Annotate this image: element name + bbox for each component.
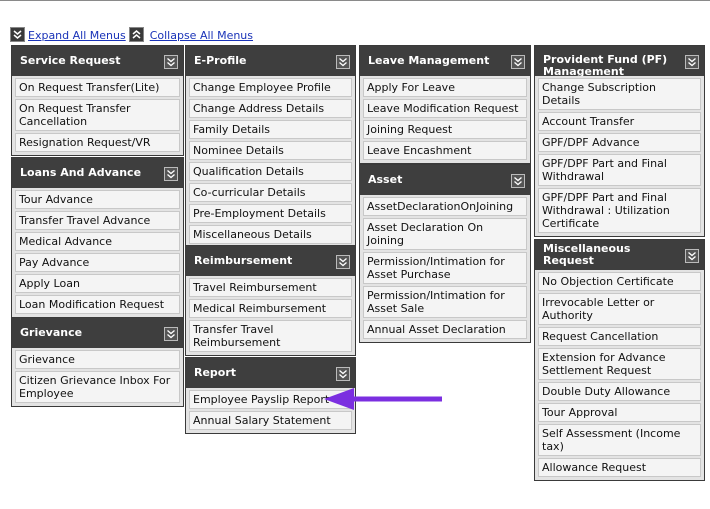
expand-all-menus-link[interactable]: Expand All Menus [28,30,126,42]
chevron-down-icon[interactable] [685,249,699,263]
chevron-down-icon[interactable] [685,55,699,69]
chevron-down-icon[interactable] [511,55,525,69]
panel-header[interactable]: Provident Fund (PF) Management [535,46,704,76]
menu-item-irrevocable-letter[interactable]: Irrevocable Letter or Authority [538,293,701,325]
menu-item-citizen-grievance-inbox[interactable]: Citizen Grievance Inbox For Employee [15,371,180,403]
chevron-down-icon[interactable] [336,55,350,69]
panel-header[interactable]: Grievance [12,318,183,348]
menu-item-gpf-dpf-advance[interactable]: GPF/DPF Advance [538,133,701,152]
chevron-down-icon[interactable] [336,367,350,381]
collapse-all-icon[interactable] [128,27,144,42]
panel-reimbursement: Reimbursement Travel Reimbursement Medic… [185,245,356,356]
panel-provident-fund: Provident Fund (PF) Management Change Su… [534,45,705,237]
menu-item-annual-asset-declaration[interactable]: Annual Asset Declaration [363,320,527,339]
panel-header[interactable]: Leave Management [360,46,530,76]
chevron-down-icon[interactable] [511,174,525,188]
menu-item-allowance-request[interactable]: Allowance Request [538,458,701,477]
panel-service-request: Service Request On Request Transfer(Lite… [11,45,184,156]
menu-item-asset-declaration-on-joining[interactable]: AssetDeclarationOnJoining [363,197,527,216]
menu-item-request-cancellation[interactable]: Request Cancellation [538,327,701,346]
panel-header[interactable]: Reimbursement [186,246,355,276]
panel-title: Asset [368,173,403,186]
menu-item-asset-sale-permission[interactable]: Permission/Intimation for Asset Sale [363,286,527,318]
panel-header[interactable]: E-Profile [186,46,355,76]
panel-title: Provident Fund (PF) Management [543,53,668,77]
menu-item-leave-encashment[interactable]: Leave Encashment [363,141,527,160]
chevron-down-icon[interactable] [164,167,178,181]
menu-item-loan-modification-request[interactable]: Loan Modification Request [15,295,180,314]
menu-item-resignation-request[interactable]: Resignation Request/VR [15,133,180,152]
panel-asset: Asset AssetDeclarationOnJoining Asset De… [359,164,531,343]
panel-loans-advance: Loans And Advance Tour Advance Transfer … [11,157,184,318]
panel-header[interactable]: Service Request [12,46,183,76]
menu-item-travel-reimbursement[interactable]: Travel Reimbursement [189,278,352,297]
menu-item-transfer-travel-advance[interactable]: Transfer Travel Advance [15,211,180,230]
menu-item-self-assessment-income-tax[interactable]: Self Assessment (Income tax) [538,424,701,456]
menu-item-apply-loan[interactable]: Apply Loan [15,274,180,293]
menu-item-pay-advance[interactable]: Pay Advance [15,253,180,272]
menu-item-on-request-transfer-cancellation[interactable]: On Request Transfer Cancellation [15,99,180,131]
menu-item-change-subscription-details[interactable]: Change Subscription Details [538,78,701,110]
menu-item-grievance[interactable]: Grievance [15,350,180,369]
menu-item-transfer-travel-reimbursement[interactable]: Transfer Travel Reimbursement [189,320,352,352]
panel-title: Miscellaneous Request [543,242,631,267]
menu-item-co-curricular-details[interactable]: Co-curricular Details [189,183,352,202]
menu-item-asset-declaration-on-joining-2[interactable]: Asset Declaration On Joining [363,218,527,250]
panel-title: Leave Management [368,54,490,67]
chevron-down-icon[interactable] [336,255,350,269]
menu-item-change-address-details[interactable]: Change Address Details [189,99,352,118]
panel-title: Loans And Advance [20,166,142,179]
panel-title: Report [194,366,237,379]
menu-item-asset-purchase-permission[interactable]: Permission/Intimation for Asset Purchase [363,252,527,284]
annotation-arrow-icon [324,388,442,410]
panel-title: Reimbursement [194,254,293,267]
menu-item-medical-reimbursement[interactable]: Medical Reimbursement [189,299,352,318]
panel-leave-management: Leave Management Apply For Leave Leave M… [359,45,531,164]
menu-item-joining-request[interactable]: Joining Request [363,120,527,139]
menu-item-gpf-dpf-part-final-withdrawal[interactable]: GPF/DPF Part and Final Withdrawal [538,154,701,186]
menu-item-change-employee-profile[interactable]: Change Employee Profile [189,78,352,97]
menu-item-gpf-dpf-utilization-certificate[interactable]: GPF/DPF Part and Final Withdrawal : Util… [538,188,701,233]
menu-item-apply-for-leave[interactable]: Apply For Leave [363,78,527,97]
panel-title: E-Profile [194,54,247,67]
menu-item-pre-employment-details[interactable]: Pre-Employment Details [189,204,352,223]
panel-title: Grievance [20,326,83,339]
panel-title: Service Request [20,54,121,67]
panel-header[interactable]: Asset [360,165,530,195]
collapse-all-menus-link[interactable]: Collapse All Menus [150,30,253,42]
panel-e-profile: E-Profile Change Employee Profile Change… [185,45,356,248]
menu-item-leave-modification-request[interactable]: Leave Modification Request [363,99,527,118]
menu-item-medical-advance[interactable]: Medical Advance [15,232,180,251]
menu-item-on-request-transfer-lite[interactable]: On Request Transfer(Lite) [15,78,180,97]
menu-item-tour-advance[interactable]: Tour Advance [15,190,180,209]
chevron-down-icon[interactable] [164,55,178,69]
menu-item-double-duty-allowance[interactable]: Double Duty Allowance [538,382,701,401]
panel-header[interactable]: Loans And Advance [12,158,183,188]
chevron-down-icon[interactable] [164,327,178,341]
panel-grievance: Grievance Grievance Citizen Grievance In… [11,317,184,407]
menu-item-no-objection-certificate[interactable]: No Objection Certificate [538,272,701,291]
menu-item-family-details[interactable]: Family Details [189,120,352,139]
menu-item-nominee-details[interactable]: Nominee Details [189,141,352,160]
menu-item-miscellaneous-details[interactable]: Miscellaneous Details [189,225,352,244]
menu-item-tour-approval[interactable]: Tour Approval [538,403,701,422]
panel-header[interactable]: Report [186,358,355,388]
menu-item-qualification-details[interactable]: Qualification Details [189,162,352,181]
menu-item-extension-advance-settlement[interactable]: Extension for Advance Settlement Request [538,348,701,380]
expand-all-icon[interactable] [10,27,25,42]
menu-item-account-transfer[interactable]: Account Transfer [538,112,701,131]
top-divider [0,0,710,1]
panel-header[interactable]: Miscellaneous Request [535,240,704,270]
menu-toolbar: Expand All Menus Collapse All Menus [10,24,256,42]
panel-miscellaneous-request: Miscellaneous Request No Objection Certi… [534,239,705,481]
menu-item-annual-salary-statement[interactable]: Annual Salary Statement [189,411,352,430]
